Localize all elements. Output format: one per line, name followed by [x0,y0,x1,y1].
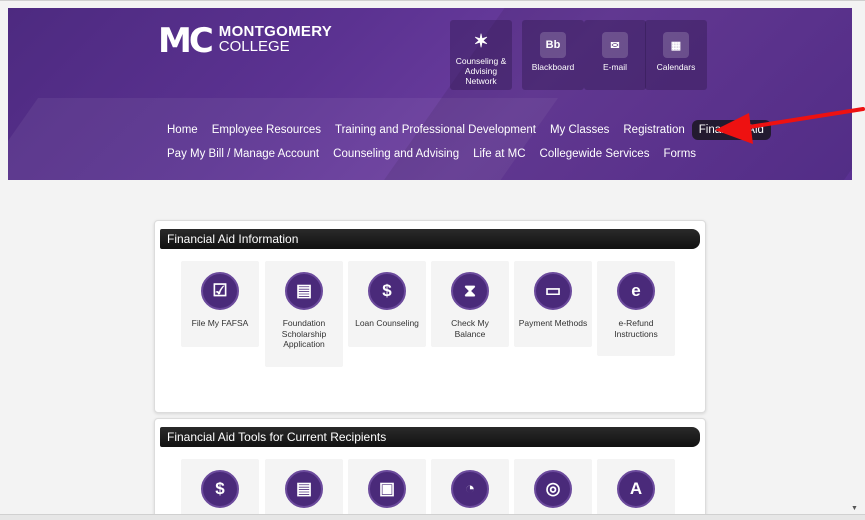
document-a-icon: A [617,470,655,508]
financial-aid-tools-panel: Financial Aid Tools for Current Recipien… [154,418,706,520]
section-title: Financial Aid Information [160,229,700,249]
dollar-icon: $ [201,470,239,508]
documents-icon: ▤ [285,470,323,508]
tile-foundation-scholarship[interactable]: ▤ Foundation Scholarship Application [265,261,343,367]
logo-text: MONTGOMERY COLLEGE [219,24,332,54]
mail-icon: ✉ [602,32,628,58]
site-header: MC MONTGOMERY COLLEGE ✶ Counseling & Adv… [8,8,852,180]
tile-e-refund[interactable]: e e-Refund Instructions [597,261,675,356]
nav-forms[interactable]: Forms [656,144,703,164]
nav-employee-resources[interactable]: Employee Resources [205,120,328,140]
tool-tile[interactable]: $ [181,459,259,520]
search-badge-icon: ◎ [534,470,572,508]
section-title: Financial Aid Tools for Current Recipien… [160,427,700,447]
document-icon: ▤ [285,272,323,310]
tile-loan-counseling[interactable]: $ Loan Counseling [348,261,426,347]
fafsa-icon: ☑ [201,272,239,310]
tile-label: File My FAFSA [191,318,249,328]
tile-label: Foundation Scholarship Application [281,318,327,349]
window-bottom-strip [0,514,865,520]
tool-tile[interactable]: ◔ [431,459,509,520]
tile-payment-methods[interactable]: ▭ Payment Methods [514,261,592,347]
tool-tile[interactable]: ◎ [514,459,592,520]
blackboard-icon: Bb [540,32,566,58]
quick-link-email[interactable]: ✉ E-mail [584,20,646,90]
nav-counseling-advising[interactable]: Counseling and Advising [326,144,466,164]
hourglass-icon: ⧗ [451,272,489,310]
nav-life-at-mc[interactable]: Life at MC [466,144,532,164]
quick-link-counseling-network[interactable]: ✶ Counseling & Advising Network [450,20,512,90]
college-logo[interactable]: MC MONTGOMERY COLLEGE [158,24,332,58]
tile-label: e-Refund Instructions [614,318,658,339]
nav-home[interactable]: Home [160,120,205,140]
nav-collegewide-services[interactable]: Collegewide Services [533,144,657,164]
nav-registration[interactable]: Registration [616,120,691,140]
tile-check-balance[interactable]: ⧗ Check My Balance [431,261,509,347]
tool-tile[interactable]: ▤ [265,459,343,520]
quick-link-label: Blackboard [531,62,575,72]
logo-line1: MONTGOMERY [218,23,333,40]
main-nav-row1: Home Employee Resources Training and Pro… [160,120,771,140]
star-icon: ✶ [473,30,489,51]
nav-pay-my-bill[interactable]: Pay My Bill / Manage Account [160,144,326,164]
logo-mark: MC [158,21,214,61]
tool-tile[interactable]: ▣ [348,459,426,520]
quick-link-blackboard[interactable]: Bb Blackboard [522,20,584,90]
quick-link-label: Calendars [656,62,696,72]
scroll-down-icon[interactable]: ▼ [851,505,858,512]
e-refund-icon: e [617,272,655,310]
tile-label: Payment Methods [518,318,588,328]
nav-my-classes[interactable]: My Classes [543,120,616,140]
quick-link-calendars[interactable]: ▦ Calendars [645,20,707,90]
calendar-icon: ▦ [663,32,689,58]
credit-card-icon: ▭ [534,272,572,310]
logo-line2: COLLEGE [218,38,290,55]
loan-counseling-icon: $ [368,272,406,310]
tile-label: Loan Counseling [355,318,419,328]
quick-link-label: Counseling & Advising Network [455,56,507,86]
financial-aid-info-panel: Financial Aid Information ☑ File My FAFS… [154,220,706,413]
chat-icon: ◔ [451,470,489,508]
tile-label: Check My Balance [451,318,489,339]
annotation-arrow-icon [715,107,865,144]
tool-tile[interactable]: A [597,459,675,520]
laptop-icon: ▣ [368,470,406,508]
quick-link-label: E-mail [602,62,628,72]
window-top-border [0,0,865,1]
nav-training[interactable]: Training and Professional Development [328,120,543,140]
main-nav-row2: Pay My Bill / Manage Account Counseling … [160,144,703,164]
tile-file-fafsa[interactable]: ☑ File My FAFSA [181,261,259,347]
